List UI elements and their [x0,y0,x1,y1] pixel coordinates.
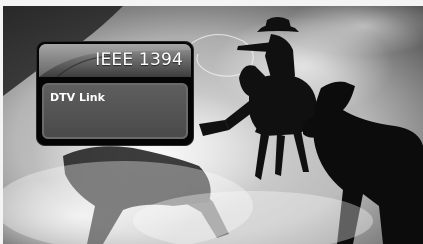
menu-list: DTV Link [42,83,188,139]
ieee1394-menu-panel: IEEE 1394 DTV Link [37,42,193,145]
menu-item-dtv-link[interactable]: DTV Link [50,91,105,104]
screen: IEEE 1394 DTV Link [0,0,423,244]
panel-title: IEEE 1394 [95,50,183,70]
panel-header: IEEE 1394 [39,44,191,77]
